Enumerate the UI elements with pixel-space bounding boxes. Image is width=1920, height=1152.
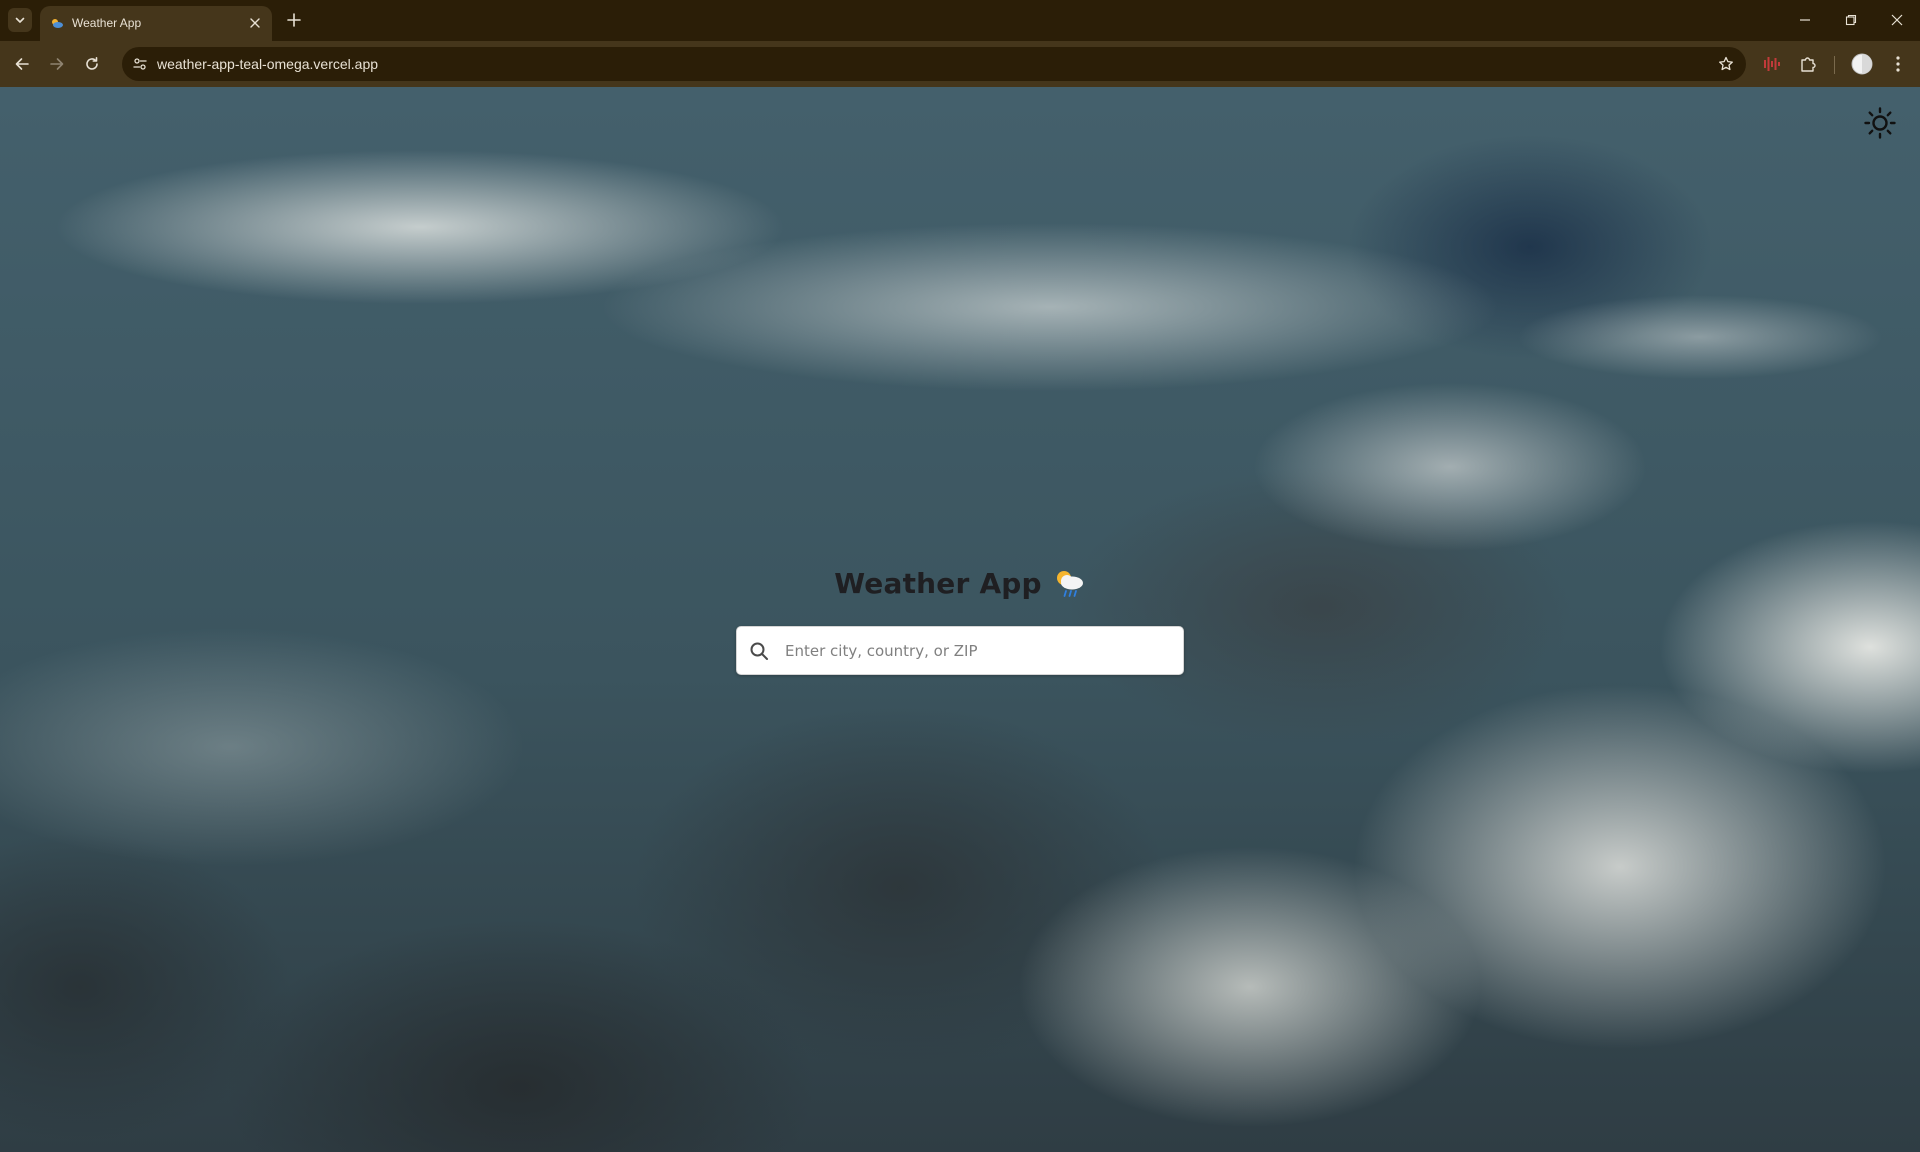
- avatar-icon: [1851, 53, 1873, 75]
- browser-tab-strip: Weather App: [0, 0, 1920, 41]
- puzzle-icon: [1801, 57, 1816, 72]
- city-search-box[interactable]: [736, 626, 1184, 675]
- restore-button[interactable]: [1828, 0, 1874, 40]
- reload-button[interactable]: [78, 50, 106, 78]
- hero-heading: Weather App: [736, 565, 1184, 601]
- weather-favicon-icon: [52, 19, 63, 28]
- restore-icon: [1845, 14, 1857, 26]
- cloud-rain-emoji-icon: [1056, 571, 1083, 597]
- minimize-icon: [1800, 19, 1810, 21]
- plus-icon: [287, 13, 301, 27]
- tab-close-button[interactable]: [246, 14, 264, 32]
- minimize-button[interactable]: [1782, 0, 1828, 40]
- close-icon: [1891, 14, 1903, 26]
- chrome-menu-button[interactable]: [1884, 50, 1912, 78]
- page-title-row: Weather App: [834, 565, 1086, 601]
- tab-search-button[interactable]: [8, 8, 32, 32]
- extensions-button[interactable]: [1794, 50, 1822, 78]
- site-settings-icon: [133, 58, 147, 70]
- close-icon: [250, 18, 260, 28]
- audio-bars-icon: [1764, 57, 1780, 71]
- url-text[interactable]: weather-app-teal-omega.vercel.app: [157, 56, 378, 72]
- arrow-left-icon: [15, 58, 29, 70]
- profile-button[interactable]: [1848, 50, 1876, 78]
- tab-title: Weather App: [72, 16, 142, 30]
- page-title: Weather App: [834, 566, 1042, 600]
- reload-icon: [86, 57, 98, 70]
- browser-toolbar: weather-app-teal-omega.vercel.app: [0, 41, 1920, 87]
- star-icon: [1719, 56, 1733, 71]
- toolbar-divider: [1834, 56, 1835, 74]
- back-button[interactable]: [8, 50, 36, 78]
- forward-button[interactable]: [43, 50, 71, 78]
- bookmark-button[interactable]: [1716, 54, 1736, 74]
- arrow-right-icon: [50, 58, 64, 70]
- address-bar[interactable]: weather-app-teal-omega.vercel.app: [122, 47, 1746, 81]
- page-viewport: Weather App: [0, 87, 1920, 1152]
- site-info-button[interactable]: [128, 52, 152, 76]
- audio-extension-button[interactable]: [1758, 50, 1786, 78]
- kebab-menu-icon: [1896, 56, 1900, 72]
- theme-toggle-button[interactable]: [1862, 105, 1898, 141]
- browser-tab-active[interactable]: Weather App: [40, 6, 272, 41]
- search-icon: [750, 642, 768, 660]
- sun-icon: [1864, 107, 1896, 139]
- new-tab-button[interactable]: [282, 8, 306, 32]
- chevron-down-icon: [15, 17, 25, 23]
- city-search-input[interactable]: [785, 627, 1175, 674]
- close-window-button[interactable]: [1874, 0, 1920, 40]
